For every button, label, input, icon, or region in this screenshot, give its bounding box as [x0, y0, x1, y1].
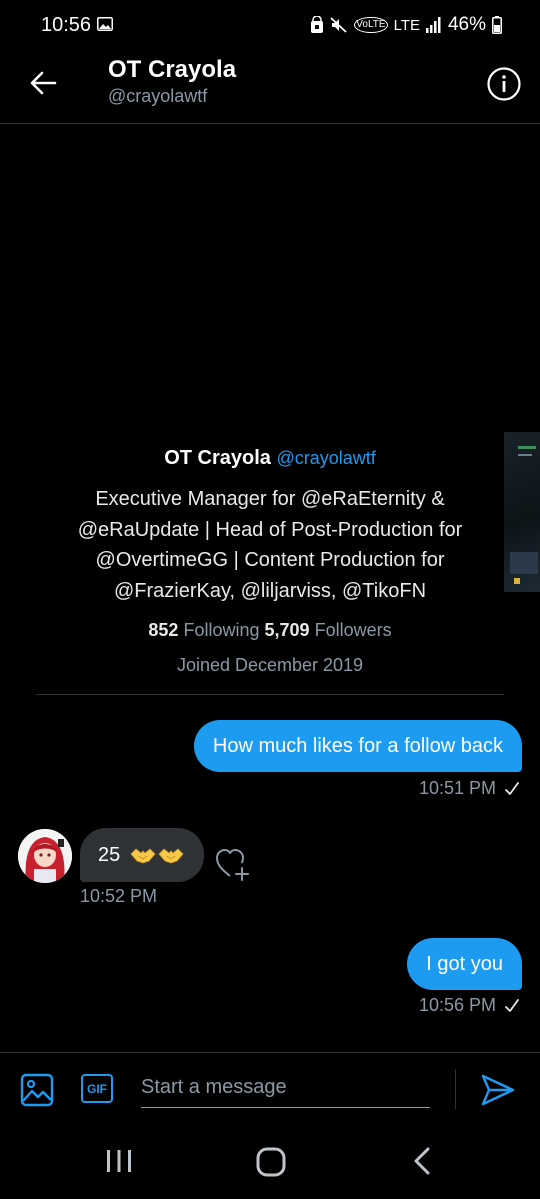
status-time: 10:56 — [41, 14, 92, 36]
profile-bio: Executive Manager for @eRaEternity & @eR… — [77, 488, 463, 602]
gif-button[interactable]: GIF — [81, 1074, 113, 1103]
system-navigation-bar — [0, 1124, 540, 1199]
message-time: 10:52 PM — [80, 886, 158, 906]
system-back-button[interactable] — [410, 1147, 434, 1175]
composer-separator — [455, 1069, 456, 1109]
image-icon — [20, 1073, 54, 1107]
handshake-emoji-icon — [158, 848, 184, 864]
followers-label[interactable]: Followers — [315, 620, 392, 640]
battery-icon — [492, 16, 502, 34]
info-circle-icon — [487, 67, 521, 101]
emoji-group — [130, 845, 184, 865]
message-input[interactable] — [141, 1067, 430, 1108]
profile-stats: 852 Following 5,709 Followers — [0, 616, 540, 644]
gallery-notification-icon — [97, 17, 113, 31]
send-icon — [481, 1074, 515, 1106]
react-button[interactable] — [214, 846, 252, 882]
info-button[interactable] — [486, 66, 522, 102]
back-button[interactable] — [26, 66, 60, 100]
status-bar: 10:56 VoLTE LTE 46% — [0, 0, 540, 52]
message-meta: 10:51 PM — [419, 778, 520, 799]
arrow-left-icon — [30, 71, 57, 95]
check-icon — [505, 998, 519, 1012]
following-label[interactable]: Following — [183, 620, 259, 640]
message-bubble-incoming[interactable]: 25 — [80, 828, 205, 882]
following-count[interactable]: 852 — [148, 620, 178, 640]
profile-divider — [36, 694, 504, 695]
check-icon — [505, 781, 519, 795]
profile-summary: OT Crayola @crayolawtf Executive Manager… — [0, 440, 540, 678]
status-icons: VoLTE LTE 46% — [310, 14, 502, 36]
battery-percent: 46% — [447, 14, 486, 35]
profile-handle[interactable]: @crayolawtf — [276, 448, 375, 468]
message-time: 10:51 PM — [418, 778, 496, 798]
send-button[interactable] — [480, 1073, 516, 1107]
conversation-header: OT Crayola @crayolawtf — [0, 52, 540, 124]
home-button[interactable] — [256, 1147, 286, 1177]
avatar-image — [18, 829, 72, 883]
recent-apps-button[interactable] — [106, 1148, 132, 1174]
message-text: 25 — [98, 843, 121, 866]
network-type: LTE — [393, 16, 420, 34]
lock-notification-icon — [311, 16, 324, 33]
message-bubble-outgoing[interactable]: I got you — [407, 938, 522, 990]
avatar[interactable] — [18, 829, 72, 883]
profile-name-line: OT Crayola @crayolawtf — [0, 440, 540, 476]
mute-icon — [330, 17, 347, 33]
signal-icon — [425, 17, 441, 33]
volte-icon: VoLTE — [354, 17, 388, 33]
message-bubble-outgoing[interactable]: How much likes for a follow back — [193, 720, 522, 772]
message-composer: GIF — [0, 1052, 540, 1125]
message-time: 10:56 PM — [418, 995, 496, 1015]
handshake-emoji-icon — [130, 848, 156, 864]
conversation-handle: @crayolawtf — [108, 86, 208, 106]
followers-count[interactable]: 5,709 — [265, 620, 310, 640]
message-meta: 10:56 PM — [419, 995, 520, 1016]
joined-date: Joined December 2019 — [176, 655, 364, 675]
media-button[interactable] — [20, 1073, 54, 1107]
conversation-title[interactable]: OT Crayola — [108, 56, 236, 84]
heart-plus-icon — [216, 849, 249, 881]
profile-name[interactable]: OT Crayola — [164, 447, 271, 469]
